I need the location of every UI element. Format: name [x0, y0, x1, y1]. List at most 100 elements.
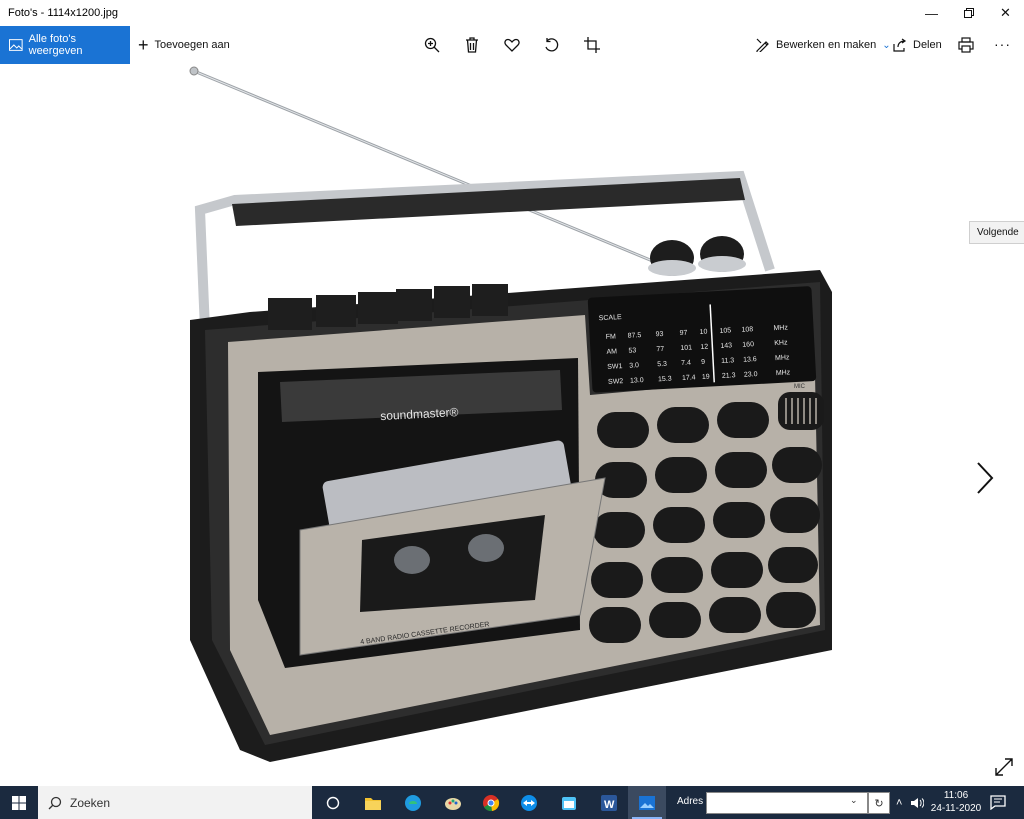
dial-fm-unit: MHz: [773, 324, 788, 332]
dial-sw1-6: 13.6: [743, 356, 757, 364]
edge-icon: [405, 794, 421, 811]
dial-sw2-6: 23.0: [744, 371, 758, 379]
dial-sw1-1: 3.0: [629, 362, 639, 370]
edit-icon: [756, 38, 769, 52]
next-button[interactable]: [974, 460, 996, 501]
windows-icon: [12, 795, 26, 810]
rotate-button[interactable]: [543, 36, 561, 54]
clock-date: 24-11-2020: [930, 803, 982, 814]
calendar-icon: [562, 796, 576, 810]
crop-button[interactable]: [583, 36, 601, 54]
search-icon: [48, 796, 62, 809]
dial-fm-2: 93: [655, 331, 663, 338]
photos-icon: [639, 795, 655, 810]
delete-icon: [466, 37, 478, 53]
dial-sw1-2: 5.3: [657, 361, 667, 369]
clock[interactable]: 11:06 24-11-2020: [930, 789, 982, 815]
dial-band-sw2: SW2: [608, 378, 624, 386]
dial-am-3: 101: [680, 344, 692, 352]
share-label: Delen: [913, 39, 942, 51]
photos-button[interactable]: [628, 786, 666, 819]
dial-sw1-4: 9: [701, 359, 705, 366]
expand-icon: [995, 758, 1013, 776]
next-arrow-icon: [977, 462, 994, 494]
image-viewer: SCALE FM AM SW1 SW2 87.5 93 97 10 105 10…: [0, 64, 1024, 786]
dial-am-unit: KHz: [774, 339, 788, 347]
edit-create-button[interactable]: Bewerken en maken ⌄: [756, 26, 891, 64]
dial-fm-5: 105: [719, 327, 731, 335]
all-photos-button[interactable]: Alle foto's weergeven: [0, 26, 130, 64]
print-button[interactable]: [957, 36, 975, 54]
heart-icon: [504, 38, 520, 52]
dial-sw2-4: 19: [702, 374, 710, 381]
dial-fm-4: 10: [699, 329, 707, 336]
dial-scale-label: SCALE: [599, 314, 623, 322]
favorite-button[interactable]: [503, 36, 521, 54]
add-to-label: Toevoegen aan: [154, 39, 230, 51]
teamviewer-button[interactable]: [510, 786, 548, 819]
dial-am-1: 53: [628, 347, 636, 354]
task-view-icon: [326, 796, 340, 809]
close-button[interactable]: ✕: [987, 0, 1024, 26]
add-to-button[interactable]: + Toevoegen aan: [138, 26, 230, 64]
notification-button[interactable]: [990, 794, 1006, 815]
chrome-button[interactable]: [472, 786, 510, 819]
dial-am-6: 160: [742, 341, 754, 349]
dial-sw2-3: 17.4: [682, 374, 696, 382]
address-label: Adres: [677, 796, 704, 807]
show-hidden-icons-icon[interactable]: ˄: [896, 797, 902, 809]
window-title: Foto's - 1114x1200.jpg: [8, 7, 118, 19]
volume-icon[interactable]: [910, 797, 925, 809]
zoom-in-icon: [424, 37, 440, 53]
dial-band-sw1: SW1: [607, 363, 623, 371]
zoom-in-button[interactable]: [423, 36, 441, 54]
address-input[interactable]: [706, 792, 868, 814]
dial-sw2-1: 13.0: [630, 377, 644, 385]
dial-fm-6: 108: [741, 326, 753, 334]
dial-sw1-unit: MHz: [775, 354, 790, 362]
toolbar: Alle foto's weergeven + Toevoegen aan Be…: [0, 26, 1024, 64]
restore-icon: [963, 8, 974, 18]
maximize-button[interactable]: [950, 0, 987, 26]
more-options-button[interactable]: ···: [994, 36, 1011, 52]
fullscreen-button[interactable]: [995, 758, 1013, 781]
share-button[interactable]: Delen: [893, 26, 942, 64]
paint-button[interactable]: [434, 786, 472, 819]
system-tray: ˄: [896, 786, 925, 819]
dial-fm-1: 87.5: [628, 332, 642, 340]
mic-label: MIC: [794, 384, 806, 390]
address-refresh-button[interactable]: ↻: [868, 792, 890, 814]
dial-sw1-5: 11.3: [721, 357, 735, 365]
edge-button[interactable]: [394, 786, 432, 819]
rotate-icon: [545, 38, 559, 52]
address-dropdown-icon[interactable]: ⌄: [850, 795, 858, 806]
chrome-icon: [483, 794, 500, 811]
plus-icon: +: [138, 35, 149, 55]
dial-sw2-2: 15.3: [658, 376, 672, 384]
word-button[interactable]: W: [590, 786, 628, 819]
notification-icon: [990, 795, 1006, 811]
crop-icon: [584, 37, 600, 53]
svg-text:W: W: [604, 799, 615, 811]
dial-sw2-5: 21.3: [722, 372, 736, 380]
chevron-down-icon: ⌄: [882, 39, 891, 51]
dial-sw1-3: 7.4: [681, 360, 691, 368]
calendar-button[interactable]: [550, 786, 588, 819]
dial-fm-3: 97: [679, 330, 687, 337]
file-explorer-button[interactable]: [354, 786, 392, 819]
file-explorer-icon: [365, 797, 381, 810]
dial-am-2: 77: [656, 346, 664, 353]
search-placeholder: Zoeken: [70, 795, 111, 810]
dial-sw2-unit: MHz: [776, 369, 791, 377]
print-icon: [958, 37, 974, 53]
share-icon: [893, 38, 907, 52]
title-bar: Foto's - 1114x1200.jpg — ✕: [0, 0, 1024, 26]
start-button[interactable]: [0, 786, 38, 819]
window-controls: — ✕: [913, 0, 1024, 26]
clock-time: 11:06: [943, 790, 969, 801]
task-view-button[interactable]: [314, 786, 352, 819]
taskbar-search[interactable]: Zoeken: [38, 786, 312, 819]
delete-button[interactable]: [463, 36, 481, 54]
dial-am-4: 12: [700, 344, 708, 351]
minimize-button[interactable]: —: [913, 0, 950, 26]
